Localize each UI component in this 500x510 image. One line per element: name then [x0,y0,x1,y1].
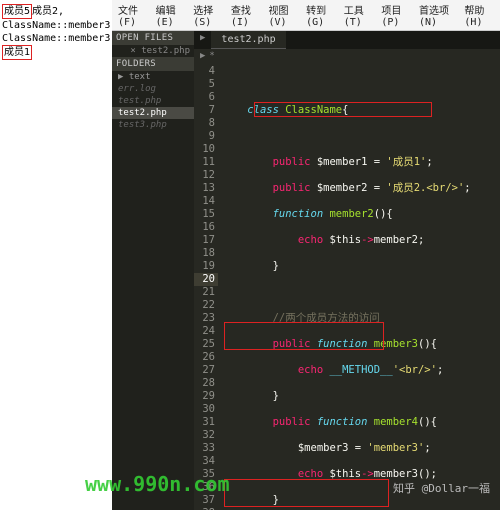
menu-tools[interactable]: 工具(T) [344,2,374,28]
sidebar-openfiles-label: OPEN FILES [112,31,194,45]
output-pane: 成员5成员2, ClassName::member3 ClassName::me… [0,0,112,510]
sidebar: OPEN FILES × test2.php FOLDERS ▶ text er… [112,31,194,510]
menu-find[interactable]: 查找(I) [231,2,261,28]
tab-test2[interactable]: test2.php [211,31,285,49]
menu-project[interactable]: 项目(P) [381,2,411,28]
file-test[interactable]: test.php [112,95,194,107]
gutter: 4567891011121314151617181920212223242526… [194,63,218,510]
editor-area: ▶ test2.php ▶ * 456789101112131415161718… [194,31,500,510]
source[interactable]: class ClassName{ public $member1 = '成员1'… [222,65,500,510]
file-errlog[interactable]: err.log [112,83,194,95]
folder-arrow-icon: ▶ [118,72,123,82]
menu-prefs[interactable]: 首选项(N) [419,2,456,28]
sidebar-folders-label: FOLDERS [112,57,194,71]
code-area[interactable]: 4567891011121314151617181920212223242526… [194,63,500,510]
file-test3[interactable]: test3.php [112,119,194,131]
menu-goto[interactable]: 转到(G) [306,2,336,28]
tab-bar: ▶ test2.php [194,31,500,49]
folder-root[interactable]: ▶ text [112,71,194,83]
menu-help[interactable]: 帮助(H) [464,2,494,28]
output-hl-2: 成员1 [2,45,32,60]
menu-edit[interactable]: 编辑(E) [156,2,186,28]
menu-view[interactable]: 视图(V) [269,2,299,28]
file-test2[interactable]: test2.php [112,107,194,119]
etab-arrow-icon: ▶ [200,51,205,61]
watermark-url: www.990n.com [85,472,230,496]
output-hl-1: 成员5 [2,4,32,19]
open-file-item[interactable]: × test2.php [112,45,194,57]
ide-window: 文件(F) 编辑(E) 选择(S) 查找(I) 视图(V) 转到(G) 工具(T… [112,0,500,510]
watermark-credit: 知乎 @Dollar一福 [393,480,490,496]
menu-select[interactable]: 选择(S) [193,2,223,28]
etab-star-icon: * [209,51,214,61]
menubar: 文件(F) 编辑(E) 选择(S) 查找(I) 视图(V) 转到(G) 工具(T… [112,0,500,31]
menu-file[interactable]: 文件(F) [118,2,148,28]
tab-arrow-icon[interactable]: ▶ [200,33,205,47]
close-icon[interactable]: × [130,46,135,56]
